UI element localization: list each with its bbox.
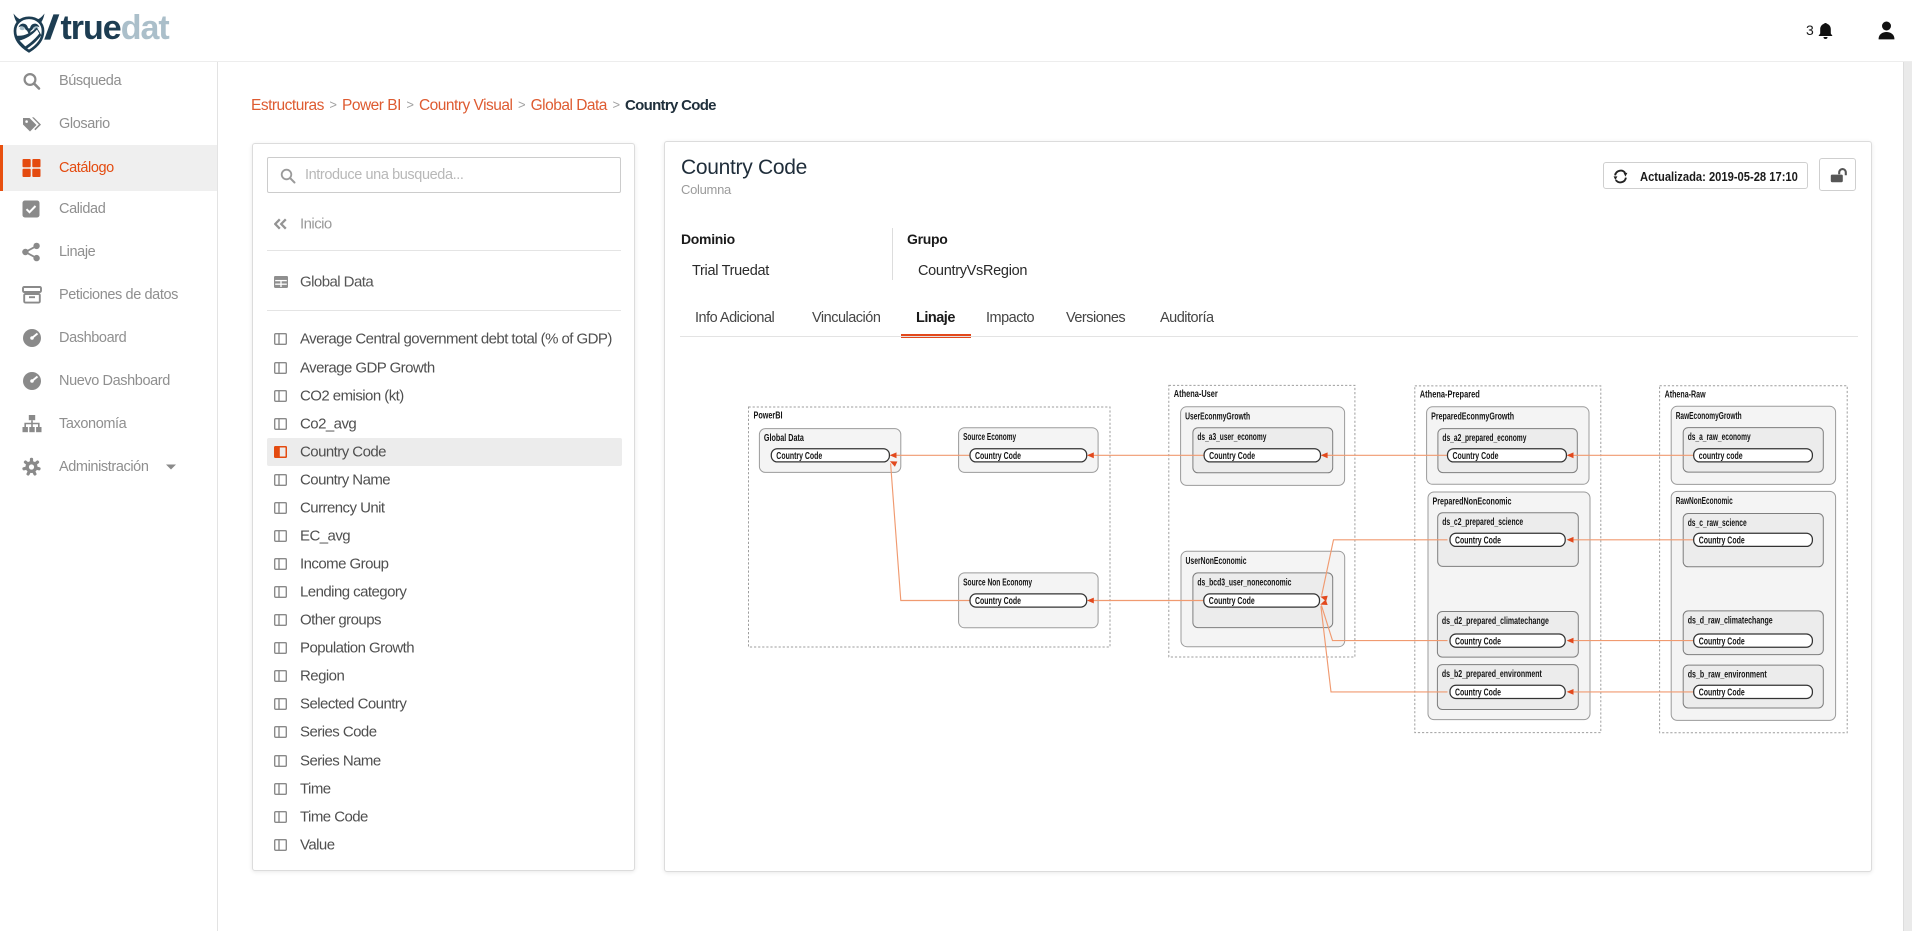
svg-text:ds_a3_user_economy: ds_a3_user_economy: [1197, 432, 1266, 443]
svg-text:Country Code: Country Code: [1455, 688, 1501, 699]
svg-text:UserNonEconomic: UserNonEconomic: [1186, 556, 1247, 567]
svg-text:UserEconmyGrowth: UserEconmyGrowth: [1185, 411, 1250, 422]
svg-text:ds_b_raw_environment: ds_b_raw_environment: [1688, 670, 1767, 681]
svg-text:ds_c_raw_science: ds_c_raw_science: [1688, 518, 1747, 529]
svg-text:ds_b2_prepared_environment: ds_b2_prepared_environment: [1442, 669, 1542, 680]
svg-text:Country Code: Country Code: [975, 596, 1021, 607]
svg-text:Country Code: Country Code: [1209, 451, 1255, 462]
svg-text:Athena-Prepared: Athena-Prepared: [1420, 389, 1480, 400]
svg-text:ds_c2_prepared_science: ds_c2_prepared_science: [1442, 517, 1523, 528]
svg-text:RawNonEconomic: RawNonEconomic: [1676, 496, 1733, 507]
svg-text:Athena-User: Athena-User: [1174, 389, 1218, 400]
svg-text:Global Data: Global Data: [764, 433, 804, 444]
svg-text:Country Code: Country Code: [1455, 536, 1501, 547]
svg-text:Country Code: Country Code: [1699, 636, 1745, 647]
svg-text:Athena-Raw: Athena-Raw: [1665, 389, 1706, 400]
svg-text:Country Code: Country Code: [975, 451, 1021, 462]
svg-text:Country Code: Country Code: [1699, 536, 1745, 547]
svg-text:Source Economy: Source Economy: [963, 432, 1016, 443]
svg-text:Source Non Economy: Source Non Economy: [963, 577, 1032, 588]
svg-text:ds_bcd3_user_noneconomic: ds_bcd3_user_noneconomic: [1197, 577, 1291, 588]
svg-text:Country Code: Country Code: [776, 451, 822, 462]
svg-text:ds_d2_prepared_climatechange: ds_d2_prepared_climatechange: [1442, 616, 1549, 627]
svg-text:Country Code: Country Code: [1453, 451, 1499, 462]
svg-text:PowerBI: PowerBI: [754, 411, 783, 422]
svg-text:ds_d_raw_climatechange: ds_d_raw_climatechange: [1688, 615, 1773, 626]
svg-text:ds_a2_prepared_economy: ds_a2_prepared_economy: [1442, 433, 1526, 444]
svg-text:Country Code: Country Code: [1455, 636, 1501, 647]
svg-text:ds_a_raw_economy: ds_a_raw_economy: [1688, 432, 1751, 443]
svg-text:PreparedNonEconomic: PreparedNonEconomic: [1433, 497, 1512, 508]
svg-text:country code: country code: [1699, 451, 1743, 462]
svg-text:Country Code: Country Code: [1209, 596, 1255, 607]
svg-text:PreparedEconmyGrowth: PreparedEconmyGrowth: [1431, 411, 1514, 422]
svg-text:Country Code: Country Code: [1699, 688, 1745, 699]
svg-text:RawEconomyGrowth: RawEconomyGrowth: [1676, 411, 1742, 422]
